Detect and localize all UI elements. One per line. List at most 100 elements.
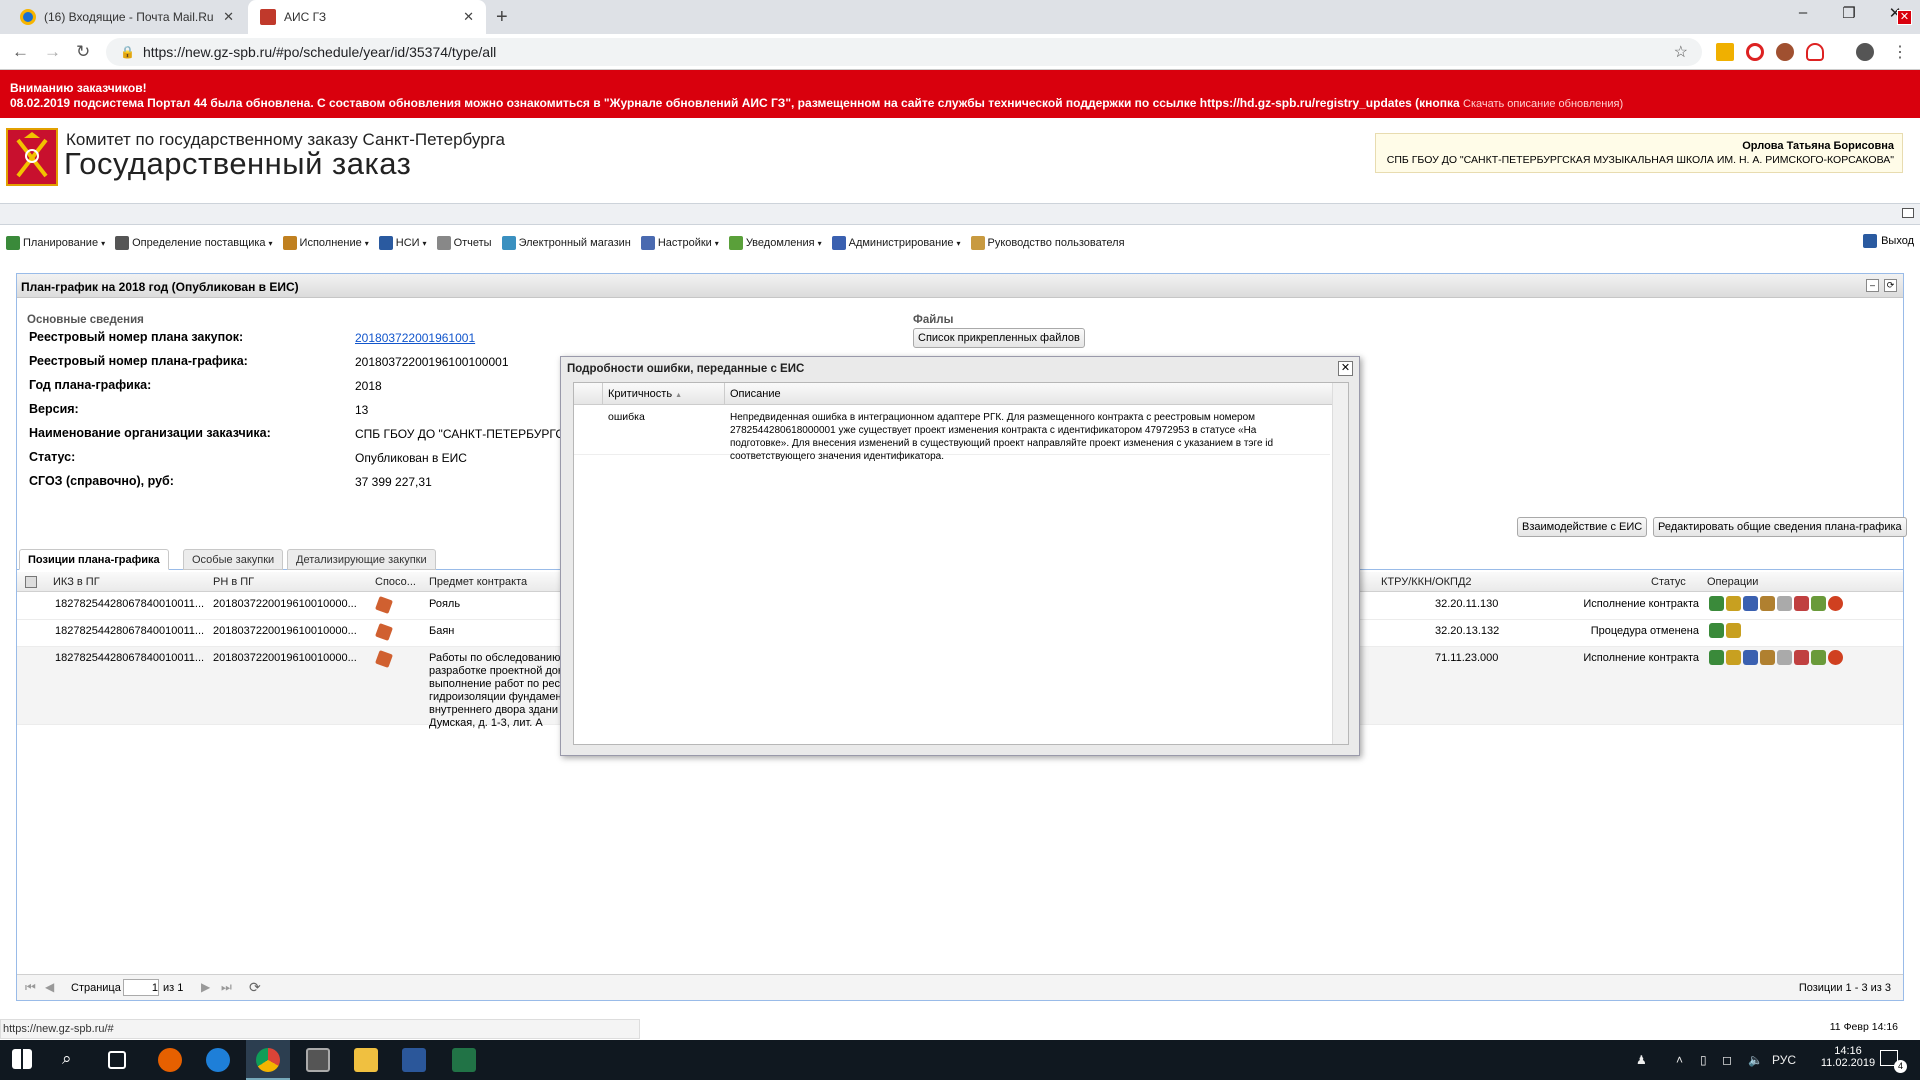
reload-icon[interactable]: ↻ — [76, 42, 90, 62]
logout-button[interactable]: Выход — [1863, 234, 1914, 248]
tray-chevron-icon[interactable]: ˄ — [1676, 1053, 1683, 1067]
col-subject[interactable]: Предмет контракта — [429, 576, 527, 588]
url-field[interactable]: 🔒 https://new.gz-spb.ru/#po/schedule/yea… — [106, 38, 1702, 66]
plan-number-link[interactable]: 201803722001961001 — [355, 331, 475, 345]
attached-files-button[interactable]: Список прикрепленных файлов — [913, 328, 1085, 348]
operation-icon[interactable] — [1777, 650, 1792, 665]
volume-icon[interactable]: 🔈 — [1748, 1053, 1763, 1067]
col-severity[interactable]: Критичность ▲ — [608, 388, 682, 400]
error-text-line: соответствующего значения идентификатора… — [730, 451, 944, 462]
extension-red-icon[interactable] — [1746, 43, 1764, 61]
extension-cloud-icon[interactable] — [1806, 43, 1824, 61]
menu-item-4[interactable]: Отчеты — [436, 236, 492, 250]
operation-icon[interactable] — [1828, 650, 1843, 665]
windows-start-icon[interactable] — [12, 1049, 32, 1069]
page-number-input[interactable] — [123, 979, 159, 996]
excel-icon[interactable] — [452, 1048, 476, 1072]
person-icon[interactable]: ♟ — [1636, 1053, 1647, 1067]
operation-icon[interactable] — [1794, 596, 1809, 611]
next-page-icon[interactable]: ▶ — [201, 980, 210, 994]
operation-icon[interactable] — [1709, 650, 1724, 665]
col-status[interactable]: Статус — [1651, 576, 1686, 588]
operation-icon[interactable] — [1811, 650, 1826, 665]
search-icon[interactable]: ⌕ — [62, 1049, 72, 1069]
tab-positions[interactable]: Позиции плана-графика — [19, 549, 169, 570]
alert-download-link[interactable]: Скачать описание обновления) — [1463, 98, 1623, 110]
profile-icon[interactable] — [1856, 43, 1874, 61]
panel-refresh-button[interactable]: ⟳ — [1884, 279, 1897, 292]
grid-scrollbar[interactable] — [1332, 383, 1348, 744]
internet-explorer-icon[interactable] — [206, 1048, 230, 1072]
col-rn[interactable]: РН в ПГ — [213, 576, 254, 588]
col-method[interactable]: Спосо... — [375, 576, 416, 588]
back-arrow-icon[interactable]: ← — [12, 42, 29, 62]
operation-icon[interactable] — [1743, 596, 1758, 611]
new-tab-button[interactable]: + — [496, 6, 508, 29]
browser-tab-ais[interactable]: АИС ГЗ ✕ — [248, 0, 486, 34]
close-tab-icon[interactable]: ✕ — [463, 9, 474, 25]
file-explorer-icon[interactable] — [354, 1048, 378, 1072]
task-view-icon[interactable] — [108, 1051, 126, 1069]
extension-avatar-icon[interactable] — [1776, 43, 1794, 61]
language-indicator[interactable]: РУС — [1772, 1053, 1796, 1067]
operation-icon[interactable] — [1760, 596, 1775, 611]
operation-icon[interactable] — [1828, 596, 1843, 611]
menu-item-9[interactable]: Руководство пользователя — [970, 236, 1125, 250]
operation-icon[interactable] — [1726, 596, 1741, 611]
browser-tab-mail[interactable]: (16) Входящие - Почта Mail.Ru ✕ — [8, 0, 246, 34]
cell-ktru: 71.11.23.000 — [1435, 652, 1499, 664]
menu-item-2[interactable]: Исполнение ▾ — [282, 236, 369, 250]
alert-close-icon[interactable]: ✕ — [1897, 10, 1912, 25]
files-section-title: Файлы — [913, 314, 954, 326]
collapse-header-button[interactable] — [1902, 208, 1914, 218]
filter-icon[interactable] — [25, 576, 37, 588]
dialog-close-icon[interactable]: ✕ — [1338, 361, 1353, 376]
notification-count-badge: 4 — [1894, 1060, 1907, 1073]
network-icon[interactable]: ◻ — [1722, 1053, 1732, 1067]
operation-icon[interactable] — [1777, 596, 1792, 611]
operation-icon[interactable] — [1743, 650, 1758, 665]
firefox-icon[interactable] — [158, 1048, 182, 1072]
clock[interactable]: 14:16 11.02.2019 — [1818, 1045, 1878, 1069]
extension-flag-icon[interactable] — [1716, 43, 1734, 61]
eis-interaction-button[interactable]: Взаимодействие с ЕИС — [1517, 517, 1648, 537]
refresh-icon[interactable]: ⟳ — [249, 979, 261, 996]
col-ikz[interactable]: ИКЗ в ПГ — [53, 576, 100, 588]
field-value: Опубликован в ЕИС — [355, 451, 467, 465]
operation-icon[interactable] — [1726, 623, 1741, 638]
col-ktru[interactable]: КТРУ/ККН/ОКПД2 — [1381, 576, 1472, 588]
operation-icon[interactable] — [1709, 596, 1724, 611]
edit-schedule-button[interactable]: Редактировать общие сведения плана-графи… — [1653, 517, 1907, 537]
prev-page-icon[interactable]: ◀ — [45, 980, 54, 994]
tab-detailed-purchases[interactable]: Детализирующие закупки — [287, 549, 436, 570]
bookmark-star-icon[interactable]: ☆ — [1674, 42, 1688, 62]
chrome-taskbar-active[interactable] — [246, 1040, 290, 1080]
tab-special-purchases[interactable]: Особые закупки — [183, 549, 284, 570]
col-description[interactable]: Описание — [730, 388, 781, 400]
panel-minimize-button[interactable]: – — [1866, 279, 1879, 292]
menu-item-3[interactable]: НСИ ▾ — [378, 236, 427, 250]
menu-item-8[interactable]: Администрирование ▾ — [831, 236, 961, 250]
menu-item-7[interactable]: Уведомления ▾ — [728, 236, 822, 250]
battery-icon[interactable]: ▯ — [1700, 1053, 1707, 1067]
menu-item-1[interactable]: Определение поставщика ▾ — [115, 236, 273, 250]
menu-item-0[interactable]: Планирование ▾ — [6, 236, 105, 250]
last-page-icon[interactable]: ⏭ — [221, 980, 232, 995]
restore-button[interactable]: ❐ — [1826, 4, 1872, 22]
menu-item-6[interactable]: Настройки ▾ — [640, 236, 719, 250]
minimize-button[interactable]: – — [1780, 4, 1826, 21]
menu-item-5[interactable]: Электронный магазин — [501, 236, 631, 250]
operation-icon[interactable] — [1760, 650, 1775, 665]
operation-icon[interactable] — [1709, 623, 1724, 638]
operation-icon[interactable] — [1811, 596, 1826, 611]
first-page-icon[interactable]: ⏮ — [25, 980, 36, 995]
menu-item-icon — [728, 236, 743, 250]
chrome-menu-icon[interactable]: ⋮ — [1892, 42, 1908, 62]
close-tab-icon[interactable]: ✕ — [223, 9, 234, 25]
operation-icon[interactable] — [1794, 650, 1809, 665]
error-row[interactable]: ошибка Непредвиденная ошибка в интеграци… — [574, 405, 1330, 462]
calculator-icon[interactable] — [306, 1048, 330, 1072]
operation-icon[interactable] — [1726, 650, 1741, 665]
word-icon[interactable] — [402, 1048, 426, 1072]
forward-arrow-icon[interactable]: → — [44, 42, 61, 62]
